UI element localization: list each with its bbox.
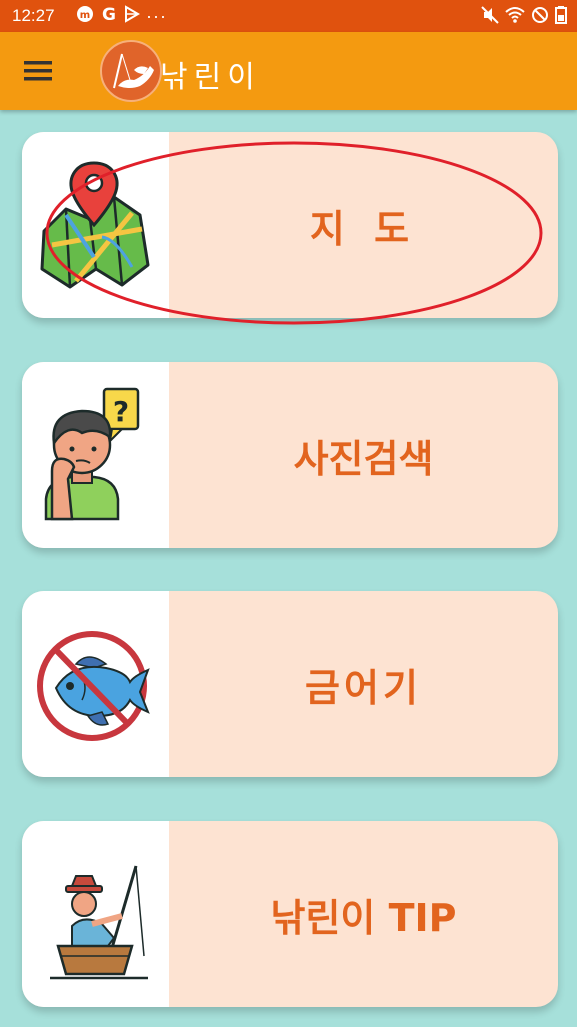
app-logo bbox=[100, 40, 162, 102]
svg-text:?: ? bbox=[113, 395, 129, 428]
card-icon-area bbox=[22, 591, 169, 777]
app-bar: 낚린이 bbox=[0, 32, 577, 110]
status-time: 12:27 bbox=[12, 6, 55, 25]
status-right-icons bbox=[481, 6, 567, 29]
battery-icon bbox=[555, 6, 567, 29]
no-fish-icon bbox=[37, 631, 150, 741]
svg-text:G: G bbox=[102, 5, 116, 23]
status-bar: 12:27 m G ··· bbox=[0, 0, 577, 32]
wifi-icon bbox=[505, 6, 525, 29]
photo-search-label: 사진검색 bbox=[293, 436, 434, 481]
map-pin-icon bbox=[40, 161, 150, 289]
map-menu-card[interactable]: 지 도 bbox=[22, 132, 558, 318]
tips-menu-card[interactable]: 낚린이 TIP bbox=[22, 821, 558, 1007]
more-dots-icon: ··· bbox=[146, 6, 167, 26]
play-icon bbox=[124, 5, 140, 28]
card-icon-area bbox=[22, 821, 169, 1007]
block-icon bbox=[531, 6, 549, 29]
map-label: 지 도 bbox=[309, 206, 418, 251]
fisherman-boat-icon bbox=[50, 865, 148, 980]
closed-season-menu-card[interactable]: 금어기 bbox=[22, 591, 558, 777]
m-badge-icon: m bbox=[76, 5, 94, 28]
status-left-icons: m G ··· bbox=[76, 5, 167, 28]
tips-label: 낚린이 TIP bbox=[270, 895, 457, 940]
thinking-person-icon: ? bbox=[44, 387, 140, 521]
card-icon-area bbox=[22, 132, 169, 318]
app-title: 낚린이 bbox=[160, 60, 261, 95]
photo-search-menu-card[interactable]: ? 사진검색 bbox=[22, 362, 558, 548]
mute-icon bbox=[481, 6, 499, 29]
card-icon-area: ? bbox=[22, 362, 169, 548]
svg-text:m: m bbox=[80, 10, 90, 21]
google-icon: G bbox=[100, 5, 118, 28]
closed-season-label: 금어기 bbox=[305, 665, 422, 710]
hamburger-menu-icon[interactable] bbox=[24, 59, 54, 83]
